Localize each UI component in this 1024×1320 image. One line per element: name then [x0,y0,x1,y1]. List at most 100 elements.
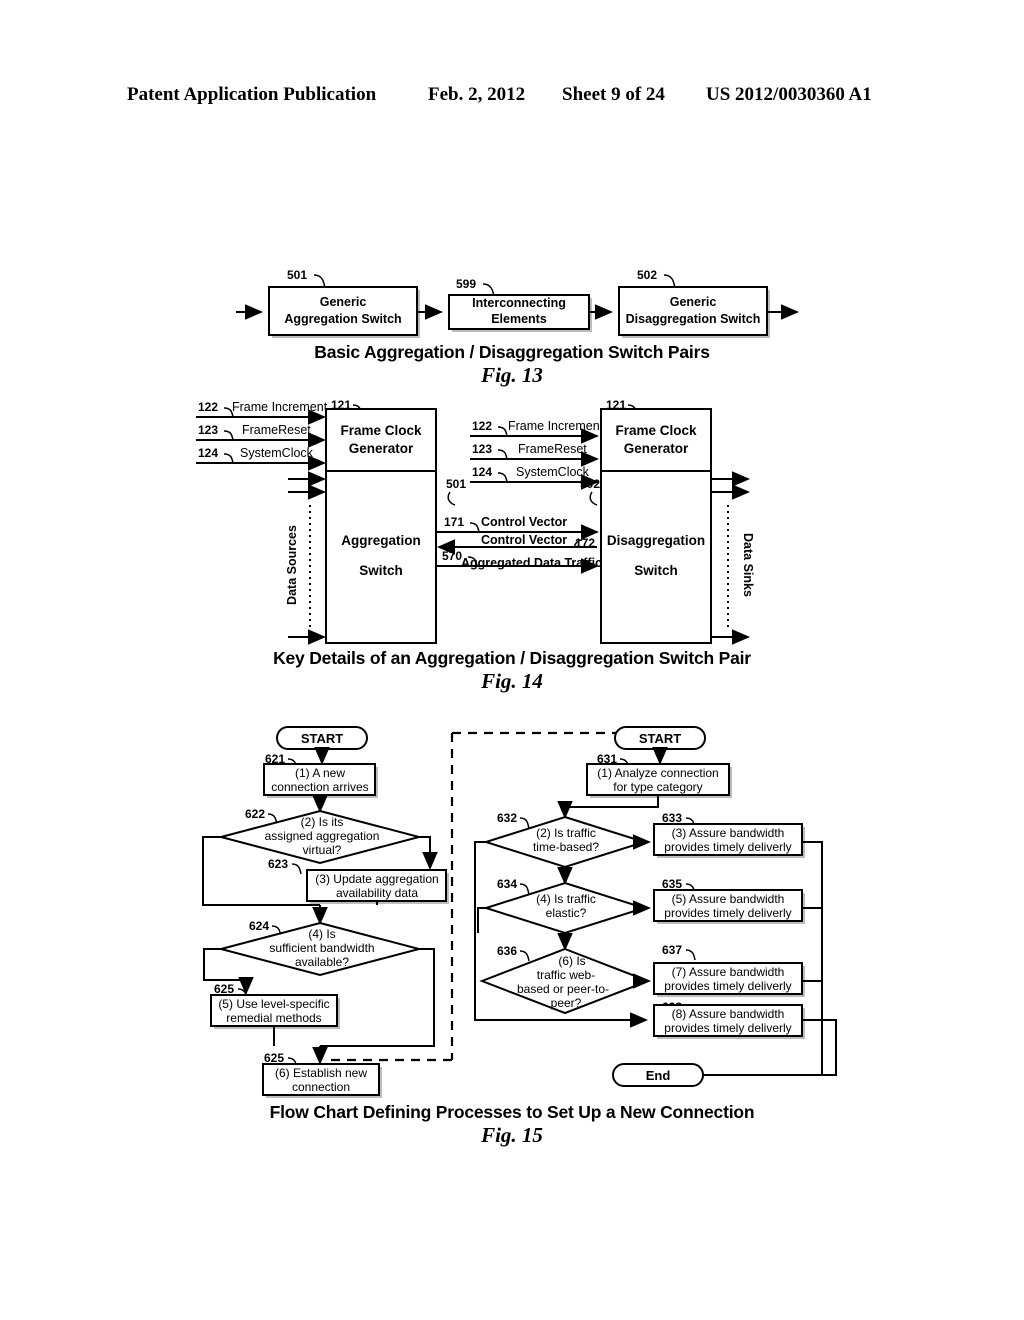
svg-text:FrameReset: FrameReset [242,423,311,437]
svg-text:171: 171 [444,515,464,529]
svg-text:provides timely deliverly: provides timely deliverly [664,840,791,854]
svg-text:connection: connection [292,1080,350,1094]
fig14-ref-501: 501 [446,477,466,506]
figure-13-number: Fig. 13 [481,363,543,387]
svg-text:Frame Increment: Frame Increment [232,400,328,414]
svg-text:Aggregation: Aggregation [341,533,421,548]
fig14-right-frame-clock-generator: Frame Clock Generator [600,408,712,472]
fig15-node-625-establish: 625 (6) Establish new connection [262,1051,382,1098]
svg-text:availability data: availability data [336,886,418,900]
svg-text:(4) Is: (4) Is [308,927,335,941]
svg-text:(5) Use level-specific: (5) Use level-specific [218,997,329,1011]
page-header: Patent Application Publication Feb. 2, 2… [0,84,1024,114]
svg-text:123: 123 [472,442,492,456]
svg-text:622: 622 [245,807,265,821]
svg-text:assigned aggregation: assigned aggregation [265,829,380,843]
svg-text:599: 599 [456,277,476,291]
fig14-left-frame-clock-generator: Frame Clock Generator [325,408,437,472]
svg-text:Aggregation Switch: Aggregation Switch [284,312,401,326]
svg-text:501: 501 [287,268,307,282]
svg-text:633: 633 [662,811,682,825]
fig15-right-start-terminator: START [614,726,706,750]
svg-text:peer?: peer? [551,996,582,1010]
svg-text:623: 623 [268,857,288,871]
box-interconnecting-elements: Interconnecting Elements [448,294,590,330]
svg-text:START: START [639,731,681,746]
svg-text:(2) Is its: (2) Is its [301,815,344,829]
svg-text:570: 570 [442,549,462,563]
fig15-node-625-remedial: 625 (5) Use level-specific remedial meth… [210,982,340,1029]
svg-text:122: 122 [198,400,218,414]
svg-text:Disaggregation: Disaggregation [607,533,705,548]
svg-text:122: 122 [472,419,492,433]
svg-text:Generator: Generator [349,441,414,456]
fig14-interconnect-171: 171 Control Vector [436,515,599,540]
svg-text:502: 502 [637,268,657,282]
svg-text:available?: available? [295,955,349,969]
sheet-number: Sheet 9 of 24 [562,84,665,105]
fig15-right-return-633 [703,841,823,1076]
svg-text:START: START [301,731,343,746]
svg-text:Disaggregation Switch: Disaggregation Switch [626,312,761,326]
fig14-interconnect-172: Control Vector 172 [437,533,597,555]
svg-text:for type category: for type category [613,780,702,794]
svg-text:636: 636 [497,944,517,958]
fig15-node-638: 638 (8) Assure bandwidth provides timely… [653,1000,805,1039]
publication-title: Patent Application Publication [127,84,377,105]
fig14-interconnect-570: 570 Aggregated Data Traffic [436,549,602,574]
ref-label-502: 502 [637,268,676,290]
svg-text:(1) A new: (1) A new [295,766,345,780]
fig14-aggregation-switch: Aggregation Switch [325,470,437,644]
fig14-left-signal-122: 122 Frame Increment [196,400,328,425]
fig14-left-signal-124: 124 SystemClock [196,446,326,471]
fig15-node-634: 634 (4) Is traffic elastic? [482,877,648,935]
svg-text:(8) Assure bandwidth: (8) Assure bandwidth [672,1007,785,1021]
svg-text:Generic: Generic [670,295,717,309]
fig14-data-source-arrows: Data Sources [285,471,326,645]
box-generic-disaggregation-switch: Generic Disaggregation Switch [618,286,768,336]
fig14-disaggregation-switch: Disaggregation Switch [600,470,712,644]
fig15-left-start-terminator: START [276,726,368,750]
svg-text:(6) Is: (6) Is [558,954,585,968]
svg-text:632: 632 [497,811,517,825]
figure-14-caption: Key Details of an Aggregation / Disaggre… [273,648,751,668]
svg-text:(5) Assure bandwidth: (5) Assure bandwidth [672,892,785,906]
svg-text:FrameReset: FrameReset [518,442,587,456]
svg-text:Frame Clock: Frame Clock [615,423,697,438]
svg-text:Generic: Generic [320,295,367,309]
svg-text:provides timely deliverly: provides timely deliverly [664,979,791,993]
svg-text:virtual?: virtual? [303,843,342,857]
fig15-node-635: 635 (5) Assure bandwidth provides timely… [653,877,805,924]
fig14-ref-502: 502 [580,477,600,506]
svg-text:Elements: Elements [491,312,547,326]
figure-15-caption: Flow Chart Defining Processes to Set Up … [269,1102,755,1122]
fig15-node-637: 637 (7) Assure bandwidth provides timely… [653,943,805,997]
svg-text:502: 502 [580,477,600,491]
figure-15-number: Fig. 15 [481,1123,543,1147]
svg-text:Interconnecting: Interconnecting [472,296,566,310]
publication-number: US 2012/0030360 A1 [706,84,872,105]
svg-text:124: 124 [472,465,492,479]
figure-14: 122 Frame Increment 123 FrameReset 124 S… [0,395,1024,650]
svg-text:(1) Analyze connection: (1) Analyze connection [597,766,718,780]
svg-text:(7) Assure bandwidth: (7) Assure bandwidth [672,965,785,979]
svg-text:SystemClock: SystemClock [240,446,314,460]
fig15-node-636: 636 (6) Is traffic web- based or peer-to… [479,944,651,1015]
svg-text:625: 625 [264,1051,284,1065]
svg-text:connection arrives: connection arrives [271,780,368,794]
svg-text:provides timely deliverly: provides timely deliverly [664,906,791,920]
svg-text:Switch: Switch [359,563,403,578]
ref-label-501: 501 [287,268,326,290]
svg-text:remedial methods: remedial methods [226,1011,321,1025]
svg-text:Frame Increment: Frame Increment [508,419,604,433]
svg-text:(6) Establish new: (6) Establish new [275,1066,367,1080]
svg-text:(2) Is traffic: (2) Is traffic [536,826,596,840]
fig15-right-bus-634 [477,907,486,933]
svg-text:625: 625 [214,982,234,996]
fig15-right-edge-631-632 [557,795,659,819]
svg-text:Generator: Generator [624,441,689,456]
data-sinks-label: Data Sinks [741,533,755,597]
svg-text:based or peer-to-: based or peer-to- [517,982,609,996]
svg-text:172: 172 [575,536,595,550]
fig15-end-terminator: End [612,1063,704,1087]
